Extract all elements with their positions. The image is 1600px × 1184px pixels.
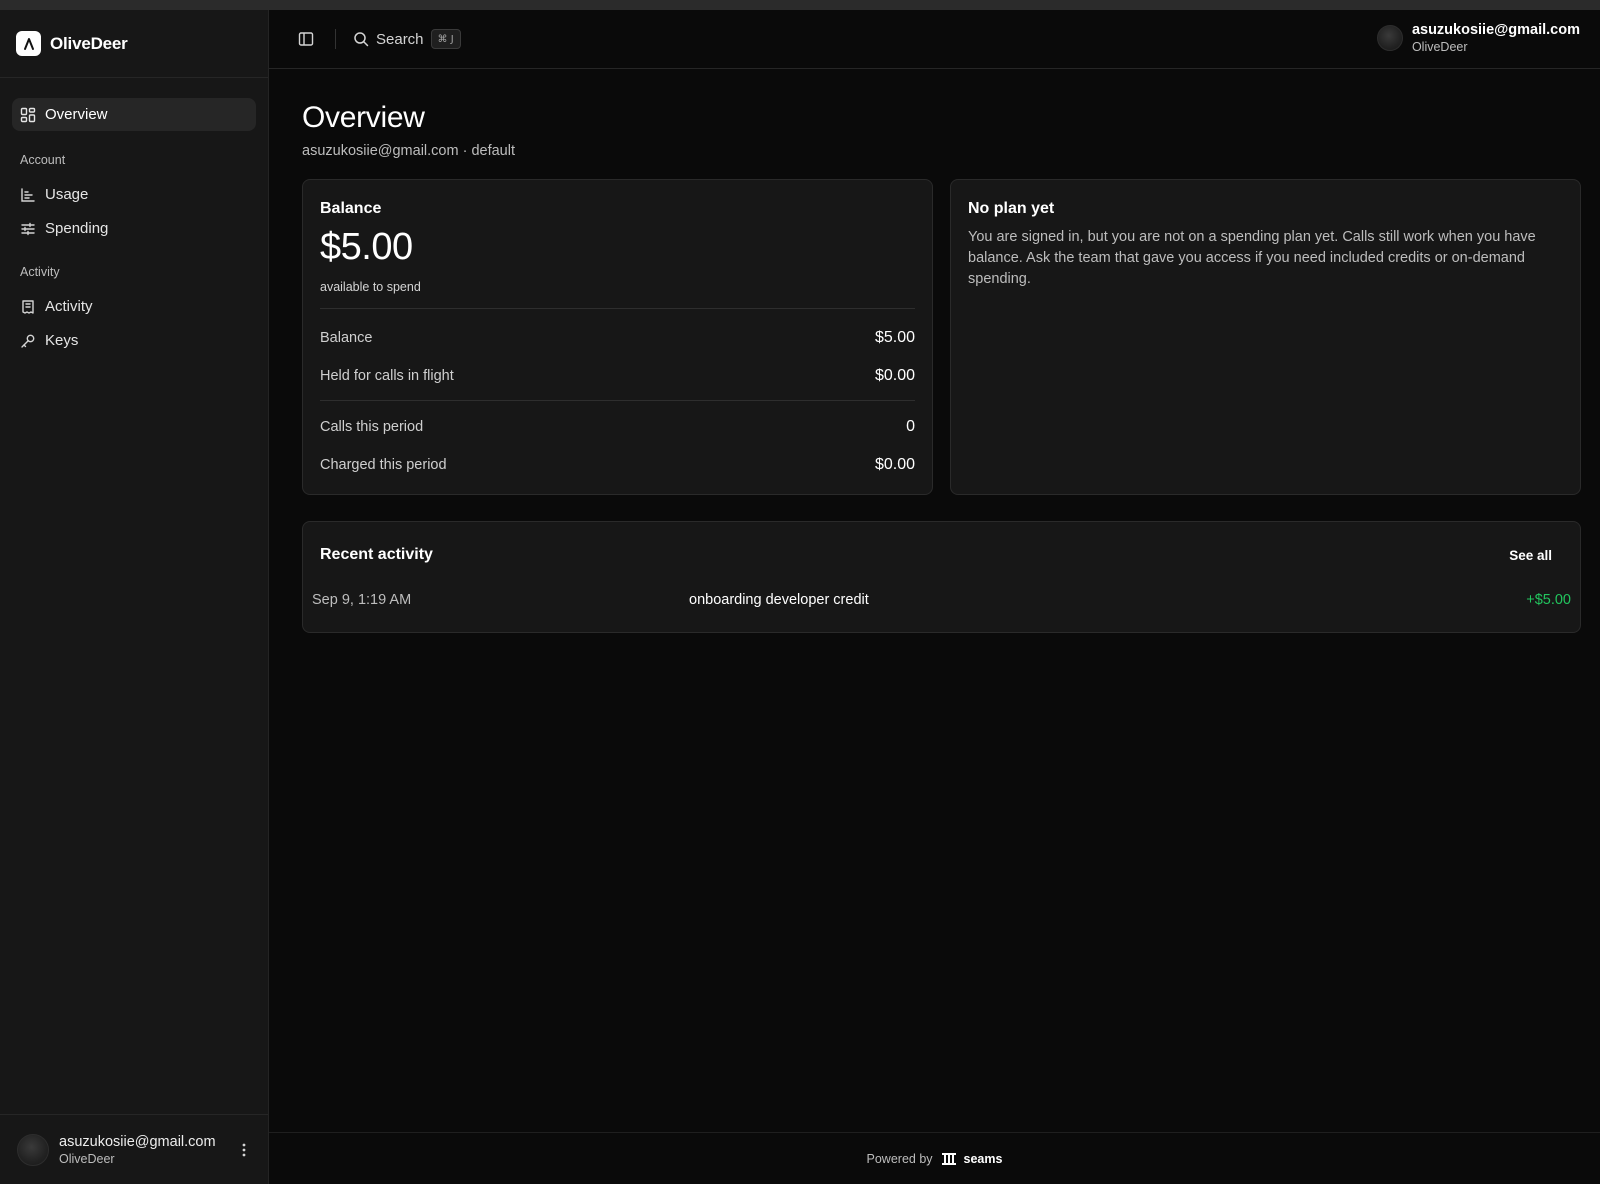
chart-icon xyxy=(21,187,35,202)
page-footer: Powered by seams xyxy=(269,1132,1600,1184)
row-value: $0.00 xyxy=(874,367,915,384)
brand-name: OliveDeer xyxy=(50,33,128,53)
sliders-icon xyxy=(21,222,35,235)
activity-description: onboarding developer credit xyxy=(689,592,869,608)
app-window: OliveDeer Overview Account Usage Spendin… xyxy=(0,10,1600,1184)
calls-row: Calls this period 0 xyxy=(320,408,915,446)
row-value: $0.00 xyxy=(874,456,915,473)
activity-date: Sep 9, 1:19 AM xyxy=(312,592,412,608)
sidebar-item-label: Activity xyxy=(45,298,93,315)
brand-logo-icon xyxy=(16,31,41,56)
balance-card: Balance $5.00 available to spend Balance… xyxy=(302,179,933,495)
balance-row: Balance $5.00 xyxy=(320,319,915,357)
balance-card-title: Balance xyxy=(320,200,382,217)
row-label: Charged this period xyxy=(320,457,447,473)
search-shortcut: ⌘ J xyxy=(430,29,461,49)
sidebar-toggle-icon[interactable] xyxy=(296,29,316,49)
activity-amount: +$5.00 xyxy=(1526,592,1571,608)
row-label: Held for calls in flight xyxy=(320,368,454,384)
sidebar-user-email: asuzukosiie@gmail.com xyxy=(59,1133,216,1150)
row-value: 0 xyxy=(906,418,915,435)
sidebar-item-spending[interactable]: Spending xyxy=(12,212,256,245)
sidebar-user-menu[interactable]: asuzukosiie@gmail.com OliveDeer xyxy=(0,1114,268,1184)
page-content: Overview asuzukosiie@gmail.com · default… xyxy=(269,69,1600,633)
held-row: Held for calls in flight $0.00 xyxy=(320,357,915,395)
vendor-name[interactable]: seams xyxy=(964,1152,1003,1166)
recent-activity-title: Recent activity xyxy=(320,546,433,563)
topbar-divider xyxy=(335,29,336,49)
sidebar-item-keys[interactable]: Keys xyxy=(12,324,256,357)
sidebar: OliveDeer Overview Account Usage Spendin… xyxy=(0,10,269,1184)
sidebar-item-label: Usage xyxy=(45,186,89,203)
topbar-user-org: OliveDeer xyxy=(1411,40,1468,54)
plan-card-title: No plan yet xyxy=(968,200,1055,217)
balance-amount: $5.00 xyxy=(320,226,413,268)
sidebar-section-activity: Activity xyxy=(20,265,60,279)
search-icon xyxy=(354,32,369,47)
balance-note: available to spend xyxy=(320,280,421,294)
plan-card-text: You are signed in, but you are not on a … xyxy=(968,229,1536,287)
sidebar-item-label: Keys xyxy=(45,332,79,349)
charged-row: Charged this period $0.00 xyxy=(320,446,915,484)
summary-cards: Balance $5.00 available to spend Balance… xyxy=(302,179,1581,495)
dashboard-grid-icon xyxy=(20,107,36,122)
avatar xyxy=(1376,25,1403,51)
avatar xyxy=(17,1133,49,1166)
topbar: Search ⌘ J asuzukosiie@gmail.com OliveDe… xyxy=(269,10,1600,69)
search-label: Search xyxy=(376,30,424,48)
table-row[interactable]: Sep 9, 1:19 AM onboarding developer cred… xyxy=(312,588,1571,612)
search-button[interactable]: Search ⌘ J xyxy=(353,25,461,53)
recent-activity-card: Recent activity See all Sep 9, 1:19 AM o… xyxy=(302,521,1581,633)
row-value: $5.00 xyxy=(874,329,915,346)
page-title: Overview xyxy=(302,101,425,134)
seams-logo-icon xyxy=(941,1152,956,1165)
page-subtitle: asuzukosiie@gmail.com · default xyxy=(302,143,515,159)
powered-by-label: Powered by xyxy=(866,1151,933,1166)
sidebar-item-label: Spending xyxy=(45,220,109,237)
sidebar-nav: Overview Account Usage Spending Activity… xyxy=(0,78,268,358)
divider xyxy=(320,308,915,309)
sidebar-item-label: Overview xyxy=(45,106,108,123)
row-label: Calls this period xyxy=(320,419,424,435)
sidebar-item-activity[interactable]: Activity xyxy=(12,290,256,323)
divider xyxy=(320,400,915,401)
sidebar-section-account: Account xyxy=(20,153,66,167)
see-all-link[interactable]: See all xyxy=(1509,548,1552,563)
sidebar-user-org: OliveDeer xyxy=(59,1151,115,1166)
main-area: Search ⌘ J asuzukosiie@gmail.com OliveDe… xyxy=(269,10,1600,1184)
brand[interactable]: OliveDeer xyxy=(0,10,268,78)
sidebar-item-overview[interactable]: Overview xyxy=(12,98,256,131)
sidebar-item-usage[interactable]: Usage xyxy=(12,178,256,211)
plan-card: No plan yet You are signed in, but you a… xyxy=(950,179,1581,495)
topbar-user-email: asuzukosiie@gmail.com xyxy=(1411,22,1580,38)
topbar-user[interactable]: asuzukosiie@gmail.com OliveDeer xyxy=(1376,22,1580,54)
row-label: Balance xyxy=(320,330,373,346)
more-vertical-icon[interactable] xyxy=(234,1136,254,1164)
receipt-list-icon xyxy=(22,299,34,314)
key-icon xyxy=(21,334,35,348)
